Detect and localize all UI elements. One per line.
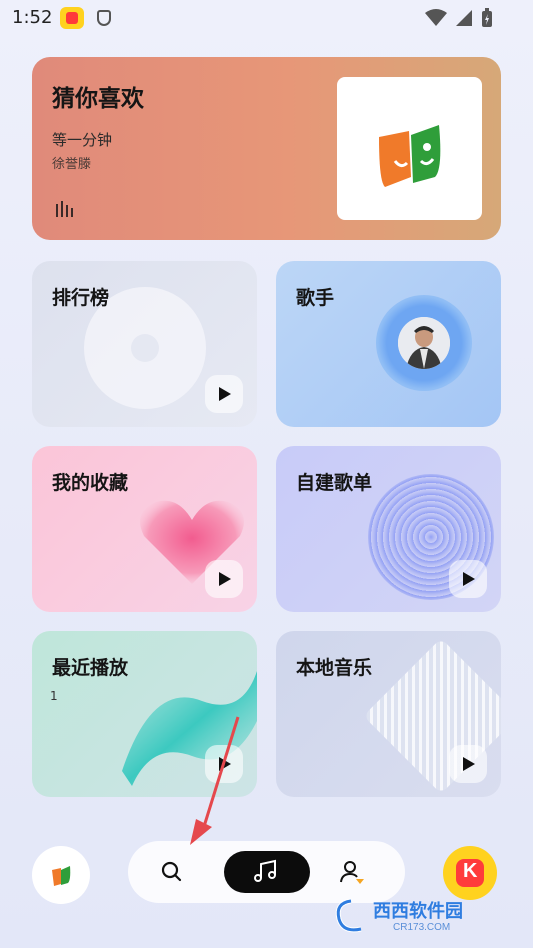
watermark-url: CR173.COM <box>393 922 451 933</box>
album-logo-icon <box>379 125 441 187</box>
battery-icon <box>482 8 492 27</box>
kugou-notification-icon <box>60 7 84 29</box>
local-music-title: 本地音乐 <box>296 657 373 679</box>
ranking-play-button[interactable] <box>205 375 243 413</box>
k-logo-icon: K <box>463 860 478 882</box>
album-cover[interactable] <box>337 77 482 220</box>
music-note-icon <box>254 859 276 882</box>
status-time: 1:52 <box>12 7 53 28</box>
watermark: 西西软件园 CR173.COM <box>333 893 513 939</box>
play-icon <box>219 572 231 586</box>
play-icon <box>463 572 475 586</box>
recent-title: 最近播放 <box>52 657 129 679</box>
favorites-title: 我的收藏 <box>52 472 129 494</box>
singer-card[interactable]: 歌手 <box>276 261 501 427</box>
playlist-card[interactable]: 自建歌单 <box>276 446 501 612</box>
search-icon[interactable] <box>158 858 186 886</box>
singer-title: 歌手 <box>296 287 335 309</box>
wifi-icon <box>425 9 447 26</box>
equalizer-icon <box>56 201 73 217</box>
kugou-app-button[interactable]: K <box>443 846 497 900</box>
singer-avatar[interactable] <box>398 317 450 369</box>
recommend-title: 猜你喜欢 <box>52 86 144 112</box>
ranking-title: 排行榜 <box>52 287 110 309</box>
recommend-artist: 徐誉滕 <box>52 157 92 172</box>
signal-icon <box>456 10 472 26</box>
playlist-play-button[interactable] <box>449 560 487 598</box>
local-music-card[interactable]: 本地音乐 <box>276 631 501 797</box>
favorites-play-button[interactable] <box>205 560 243 598</box>
recommend-song-title: 等一分钟 <box>52 131 113 149</box>
ranking-card[interactable]: 排行榜 <box>32 261 257 427</box>
shield-icon <box>97 10 111 26</box>
now-playing-cover[interactable] <box>32 846 90 904</box>
watermark-text: 西西软件园 <box>373 901 463 922</box>
play-icon <box>463 757 475 771</box>
status-icons <box>425 8 493 28</box>
play-icon <box>219 387 231 401</box>
profile-icon[interactable] <box>338 858 366 886</box>
app-logo-icon <box>52 866 71 886</box>
local-music-play-button[interactable] <box>449 745 487 783</box>
annotation-arrow <box>190 716 240 845</box>
music-tab-button[interactable] <box>224 851 310 893</box>
playlist-title: 自建歌单 <box>296 472 373 494</box>
singer-avatar-ring <box>376 295 472 391</box>
recent-count: 1 <box>50 689 58 703</box>
singer-photo-icon <box>398 317 450 369</box>
recommend-card[interactable]: 猜你喜欢 等一分钟 徐誉滕 <box>32 57 501 240</box>
favorites-card[interactable]: 我的收藏 <box>32 446 257 612</box>
status-bar: 1:52 <box>0 0 533 36</box>
